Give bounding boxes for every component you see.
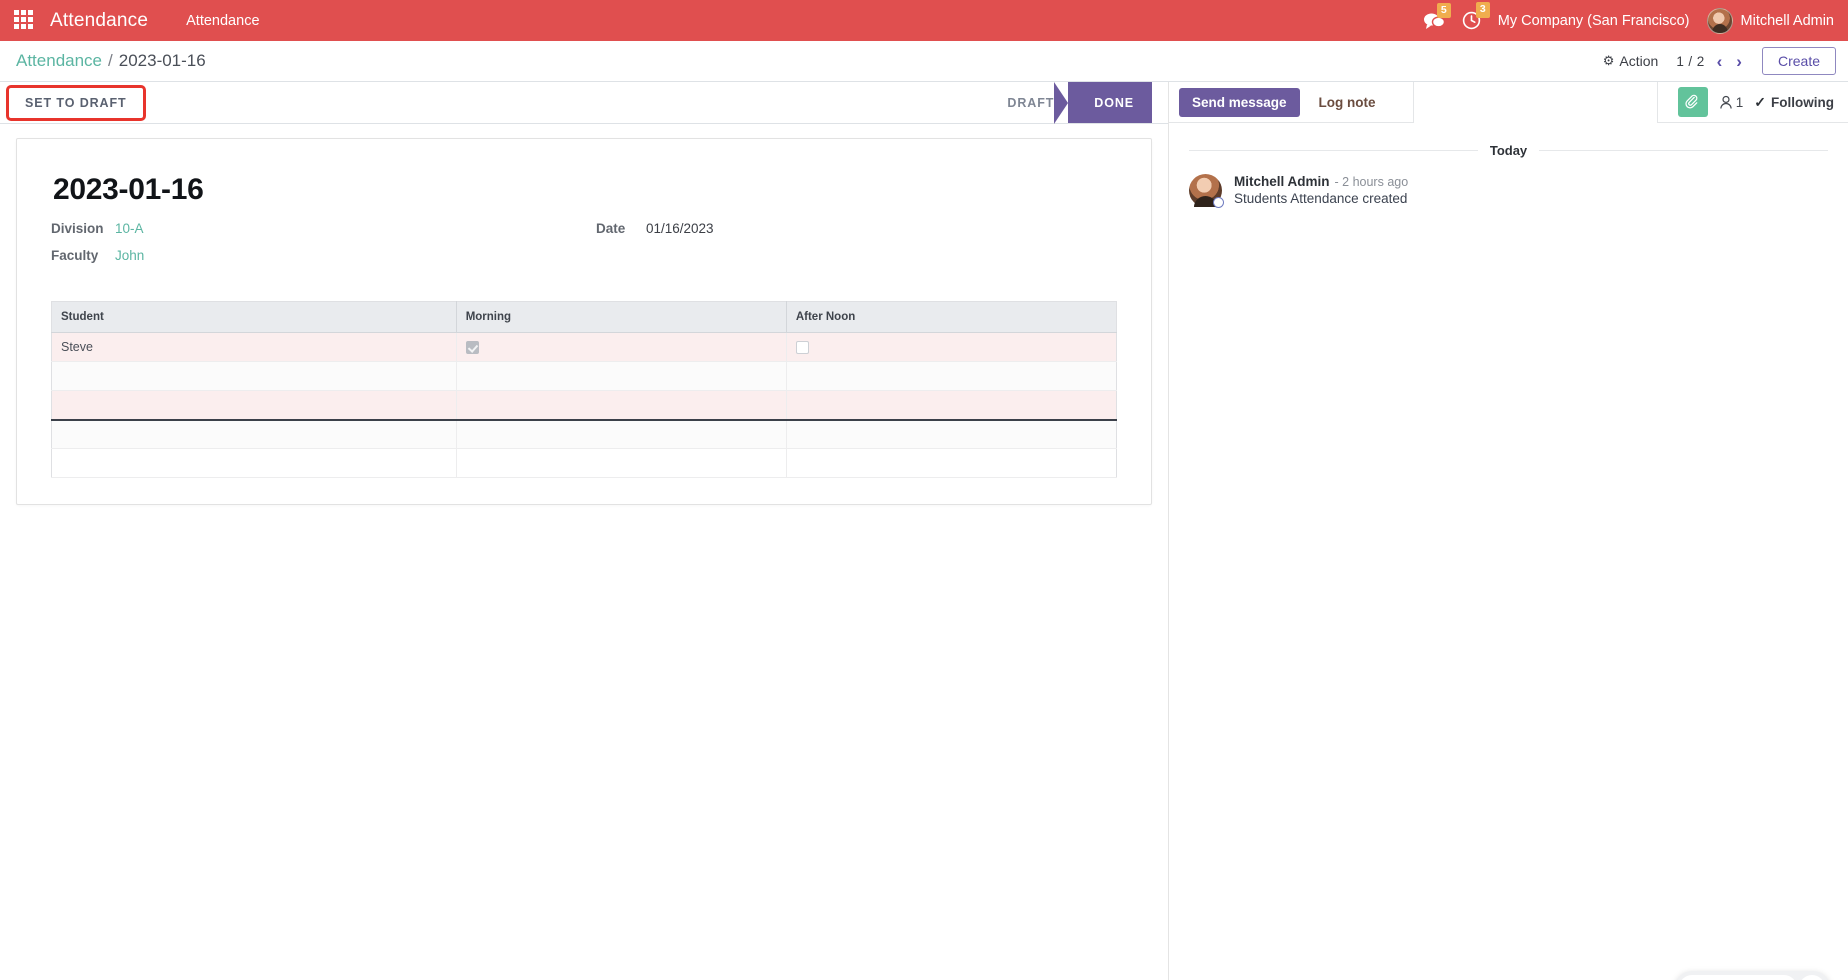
table-header-row: Student Morning After Noon	[51, 301, 1117, 333]
field-division: Division 10-A	[51, 221, 596, 236]
breadcrumb-current: 2023-01-16	[118, 51, 206, 70]
app-brand-title[interactable]: Attendance	[50, 10, 148, 32]
message-content: Mitchell Admin - 2 hours ago Students At…	[1234, 174, 1408, 207]
attendance-table: Student Morning After Noon Steve	[51, 301, 1117, 478]
table-row[interactable]	[51, 448, 1117, 478]
followers-count: 1	[1735, 94, 1744, 110]
control-panel: Attendance / 2023-01-16 ⚙ Action 1 / 2 ‹…	[0, 41, 1848, 82]
message-timestamp: - 2 hours ago	[1334, 175, 1409, 189]
field-label-faculty: Faculty	[51, 248, 99, 263]
following-toggle[interactable]: ✓ Following	[1754, 94, 1834, 111]
breadcrumb-separator: /	[108, 51, 113, 70]
apps-grid-icon[interactable]	[14, 9, 36, 32]
column-header-student[interactable]: Student	[51, 301, 457, 333]
action-menu-button[interactable]: ⚙ Action	[1603, 53, 1659, 69]
day-divider: Today	[1189, 143, 1829, 158]
kebab-menu-icon[interactable]	[1799, 975, 1825, 980]
nav-menu-attendance[interactable]: Attendance	[178, 9, 267, 33]
paperclip-icon[interactable]	[1677, 87, 1708, 117]
go-to-frontend-button[interactable]: Go to Frontend	[1678, 975, 1797, 980]
clock-activities-icon[interactable]: 3	[1462, 2, 1490, 30]
field-spacer	[596, 248, 1117, 263]
person-icon	[1720, 95, 1732, 109]
table-row[interactable]	[51, 419, 1117, 449]
message-header: Mitchell Admin - 2 hours ago	[1234, 174, 1408, 189]
user-menu[interactable]: Mitchell Admin	[1706, 7, 1834, 34]
chevron-left-icon[interactable]: ‹	[1715, 53, 1725, 70]
form-sheet-wrapper: 2023-01-16 Division 10-A Date 01/16/2023…	[0, 124, 1168, 519]
create-button[interactable]: Create	[1761, 47, 1836, 75]
action-label: Action	[1619, 53, 1659, 69]
day-label: Today	[1489, 143, 1528, 158]
avatar	[1189, 174, 1224, 208]
status-stages: DRAFT DONE	[993, 82, 1168, 124]
column-header-afternoon[interactable]: After Noon	[786, 301, 1117, 333]
field-value-faculty[interactable]: John	[115, 248, 144, 263]
presence-indicator-icon	[1213, 197, 1224, 208]
top-navbar: Attendance Attendance 5 3 My Company (Sa…	[0, 0, 1848, 41]
divider-line-right	[1539, 150, 1829, 151]
field-value-date[interactable]: 01/16/2023	[646, 221, 714, 236]
cell-student-name: Steve	[51, 332, 457, 362]
breadcrumb-root[interactable]: Attendance	[16, 51, 102, 71]
set-to-draft-button[interactable]: SET TO DRAFT	[6, 84, 146, 121]
chatter-panel: Send message Log note 1 ✓ Following Toda…	[1169, 81, 1848, 980]
chevron-right-icon[interactable]: ›	[1734, 53, 1744, 70]
field-label-date: Date	[596, 221, 626, 236]
following-label: Following	[1771, 94, 1834, 110]
chatter-tools: 1 ✓ Following	[1664, 87, 1834, 117]
status-bar: SET TO DRAFT DRAFT DONE	[0, 82, 1168, 124]
pager-count: 1 / 2	[1676, 53, 1705, 69]
user-name: Mitchell Admin	[1740, 12, 1834, 29]
record-pager: 1 / 2 ‹ ›	[1676, 53, 1744, 70]
chatter-search-area[interactable]	[1412, 81, 1658, 123]
send-message-button[interactable]: Send message	[1179, 87, 1300, 117]
field-faculty: Faculty John	[51, 248, 596, 263]
company-switcher[interactable]: My Company (San Francisco)	[1498, 13, 1690, 29]
table-row[interactable]: Steve	[51, 332, 1117, 362]
page-title: 2023-01-16	[53, 173, 204, 206]
navbar-right-group: 5 3 My Company (San Francisco) Mitchell …	[1423, 2, 1834, 34]
afternoon-checkbox[interactable]	[795, 341, 809, 355]
cell-afternoon[interactable]	[786, 332, 1117, 362]
avatar	[1706, 7, 1733, 34]
field-label-division: Division	[51, 221, 104, 236]
chatter-thread: Today Mitchell Admin - 2 hours ago Stude…	[1169, 123, 1848, 980]
cell-morning[interactable]	[456, 332, 787, 362]
field-value-division[interactable]: 10-A	[115, 221, 144, 236]
followers-button[interactable]: 1	[1719, 94, 1744, 110]
form-sheet: 2023-01-16 Division 10-A Date 01/16/2023…	[16, 138, 1152, 505]
messages-icon[interactable]: 5	[1423, 2, 1451, 30]
divider-line-left	[1189, 150, 1478, 151]
gear-icon: ⚙	[1602, 53, 1615, 68]
form-fields: Division 10-A Date 01/16/2023 Faculty Jo…	[51, 221, 1117, 263]
message-body: Students Attendance created	[1234, 191, 1408, 206]
field-date: Date 01/16/2023	[596, 221, 1117, 236]
morning-checkbox[interactable]	[465, 341, 479, 355]
column-header-morning[interactable]: Morning	[456, 301, 787, 333]
check-icon: ✓	[1754, 93, 1766, 110]
chatter-toolbar: Send message Log note 1 ✓ Following	[1169, 81, 1848, 123]
stage-done[interactable]: DONE	[1054, 82, 1152, 124]
message-item: Mitchell Admin - 2 hours ago Students At…	[1189, 174, 1828, 208]
messages-badge: 5	[1436, 2, 1451, 18]
message-author[interactable]: Mitchell Admin	[1234, 174, 1330, 189]
log-note-button[interactable]: Log note	[1306, 88, 1389, 117]
go-to-frontend-widget: Go to Frontend	[1674, 971, 1830, 980]
control-panel-right: ⚙ Action 1 / 2 ‹ › Create	[1603, 47, 1836, 75]
form-panel: SET TO DRAFT DRAFT DONE 2023-01-16 Divis…	[0, 82, 1169, 980]
table-row[interactable]	[51, 361, 1117, 391]
main-content: SET TO DRAFT DRAFT DONE 2023-01-16 Divis…	[0, 81, 1848, 980]
activities-badge: 3	[1475, 2, 1490, 18]
table-row[interactable]	[51, 390, 1117, 421]
breadcrumb: Attendance / 2023-01-16	[16, 51, 206, 71]
